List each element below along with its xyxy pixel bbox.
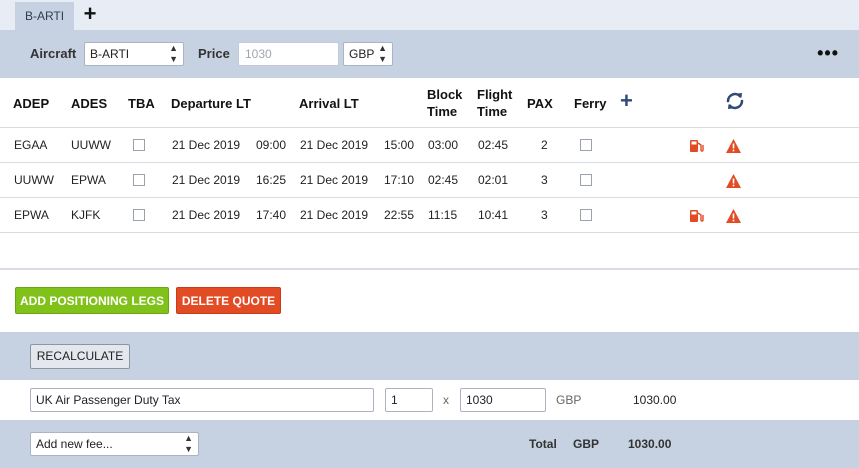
fee-quantity-input[interactable]: 1 — [385, 388, 433, 412]
currency-select-value: GBP — [349, 47, 375, 61]
fuel-pump-icon[interactable] — [688, 138, 704, 154]
table-row: EGAA UUWW 21 Dec 2019 09:00 21 Dec 2019 … — [0, 128, 859, 163]
fee-quantity-value: 1 — [391, 393, 398, 407]
tab-b-arti[interactable]: B-ARTI — [15, 2, 74, 30]
cell-arr-time: 17:10 — [384, 173, 415, 187]
header-ades: ADES — [71, 96, 108, 111]
header-adep: ADEP — [13, 96, 50, 111]
ferry-checkbox[interactable] — [580, 139, 592, 151]
fee-price-input[interactable]: 1030 — [460, 388, 546, 412]
tba-checkbox[interactable] — [133, 209, 145, 221]
total-label: Total — [529, 437, 557, 451]
refresh-icon[interactable] — [723, 89, 747, 113]
chevron-updown-icon: ▲ ▼ — [169, 43, 178, 64]
total-value: 1030.00 — [628, 437, 672, 451]
fee-price-value: 1030 — [466, 393, 493, 407]
cell-adep: EPWA — [14, 208, 49, 222]
header-flight-time: Flight Time — [477, 86, 512, 120]
warning-icon[interactable] — [725, 173, 742, 189]
cell-block: 03:00 — [428, 138, 459, 152]
ferry-checkbox[interactable] — [580, 209, 592, 221]
recalculate-bar: RECALCULATE — [0, 332, 859, 380]
recalculate-button[interactable]: RECALCULATE — [30, 344, 130, 369]
chevron-updown-icon: ▲ ▼ — [378, 43, 387, 64]
cell-ades: KJFK — [71, 208, 101, 222]
more-options-icon[interactable]: ••• — [817, 42, 839, 64]
ferry-checkbox[interactable] — [580, 174, 592, 186]
cell-dep-date: 21 Dec 2019 — [172, 208, 241, 222]
legs-table-header: ADEP ADES TBA Departure LT Arrival LT Bl… — [0, 78, 859, 128]
cell-arr-date: 21 Dec 2019 — [300, 138, 369, 152]
quote-toolbar: Aircraft B-ARTI ▲ ▼ Price 1030 GBP ▲ ▼ ••• — [0, 30, 859, 78]
cell-arr-time: 22:55 — [384, 208, 415, 222]
cell-flight: 10:41 — [478, 208, 509, 222]
cell-adep: UUWW — [14, 173, 54, 187]
cell-arr-date: 21 Dec 2019 — [300, 173, 369, 187]
chevron-updown-icon: ▲ ▼ — [184, 433, 193, 454]
aircraft-label: Aircraft — [30, 46, 77, 61]
cell-arr-date: 21 Dec 2019 — [300, 208, 369, 222]
price-input[interactable]: 1030 — [238, 42, 339, 66]
cell-dep-time: 16:25 — [256, 173, 287, 187]
header-flight-line2: Time — [477, 104, 508, 119]
cell-block: 02:45 — [428, 173, 459, 187]
add-leg-icon[interactable]: + — [620, 90, 633, 112]
header-ferry: Ferry — [574, 96, 607, 111]
tba-checkbox[interactable] — [133, 174, 145, 186]
currency-select[interactable]: GBP ▲ ▼ — [343, 42, 393, 66]
cell-dep-date: 21 Dec 2019 — [172, 173, 241, 187]
header-pax: PAX — [527, 96, 553, 111]
cell-dep-time: 17:40 — [256, 208, 287, 222]
add-tab-icon[interactable]: + — [82, 3, 98, 25]
multiply-sign: x — [443, 393, 449, 407]
table-row: UUWW EPWA 21 Dec 2019 16:25 21 Dec 2019 … — [0, 163, 859, 198]
add-fee-select[interactable]: Add new fee... ▲ ▼ — [30, 432, 199, 456]
header-block-time: Block Time — [427, 86, 462, 120]
price-label: Price — [198, 46, 230, 61]
cell-adep: EGAA — [14, 138, 48, 152]
fee-name-input[interactable]: UK Air Passenger Duty Tax — [30, 388, 374, 412]
cell-flight: 02:45 — [478, 138, 509, 152]
header-departure: Departure LT — [171, 96, 251, 111]
header-flight-line1: Flight — [477, 87, 513, 102]
cell-flight: 02:01 — [478, 173, 509, 187]
fee-currency: GBP — [556, 393, 582, 407]
tab-label: B-ARTI — [24, 9, 65, 23]
table-row: EPWA KJFK 21 Dec 2019 17:40 21 Dec 2019 … — [0, 198, 859, 233]
aircraft-select-value: B-ARTI — [90, 47, 130, 61]
header-block-line1: Block — [427, 87, 463, 102]
table-bottom-divider — [0, 268, 859, 270]
fee-amount: 1030.00 — [633, 393, 677, 407]
fee-row: UK Air Passenger Duty Tax 1 x 1030 GBP 1… — [0, 380, 859, 420]
cell-pax: 2 — [541, 138, 548, 152]
cell-block: 11:15 — [428, 208, 458, 222]
warning-icon[interactable] — [725, 138, 742, 154]
fee-name-value: UK Air Passenger Duty Tax — [36, 393, 181, 407]
header-arrival: Arrival LT — [299, 96, 359, 111]
aircraft-select[interactable]: B-ARTI ▲ ▼ — [84, 42, 184, 66]
cell-dep-date: 21 Dec 2019 — [172, 138, 241, 152]
cell-ades: EPWA — [71, 173, 106, 187]
header-tba: TBA — [128, 96, 155, 111]
add-fee-placeholder: Add new fee... — [36, 437, 113, 451]
cell-arr-time: 15:00 — [384, 138, 415, 152]
warning-icon[interactable] — [725, 208, 742, 224]
fuel-pump-icon[interactable] — [688, 208, 704, 224]
tba-checkbox[interactable] — [133, 139, 145, 151]
cell-pax: 3 — [541, 208, 548, 222]
cell-pax: 3 — [541, 173, 548, 187]
price-input-placeholder: 1030 — [245, 47, 272, 61]
header-block-line2: Time — [427, 104, 458, 119]
tab-bar: B-ARTI + — [0, 0, 859, 30]
cell-ades: UUWW — [71, 138, 111, 152]
cell-dep-time: 09:00 — [256, 138, 287, 152]
total-bar: Add new fee... ▲ ▼ Total GBP 1030.00 — [0, 420, 859, 468]
delete-quote-button[interactable]: DELETE QUOTE — [176, 287, 281, 314]
total-currency: GBP — [573, 437, 600, 451]
add-positioning-legs-button[interactable]: ADD POSITIONING LEGS — [15, 287, 169, 314]
